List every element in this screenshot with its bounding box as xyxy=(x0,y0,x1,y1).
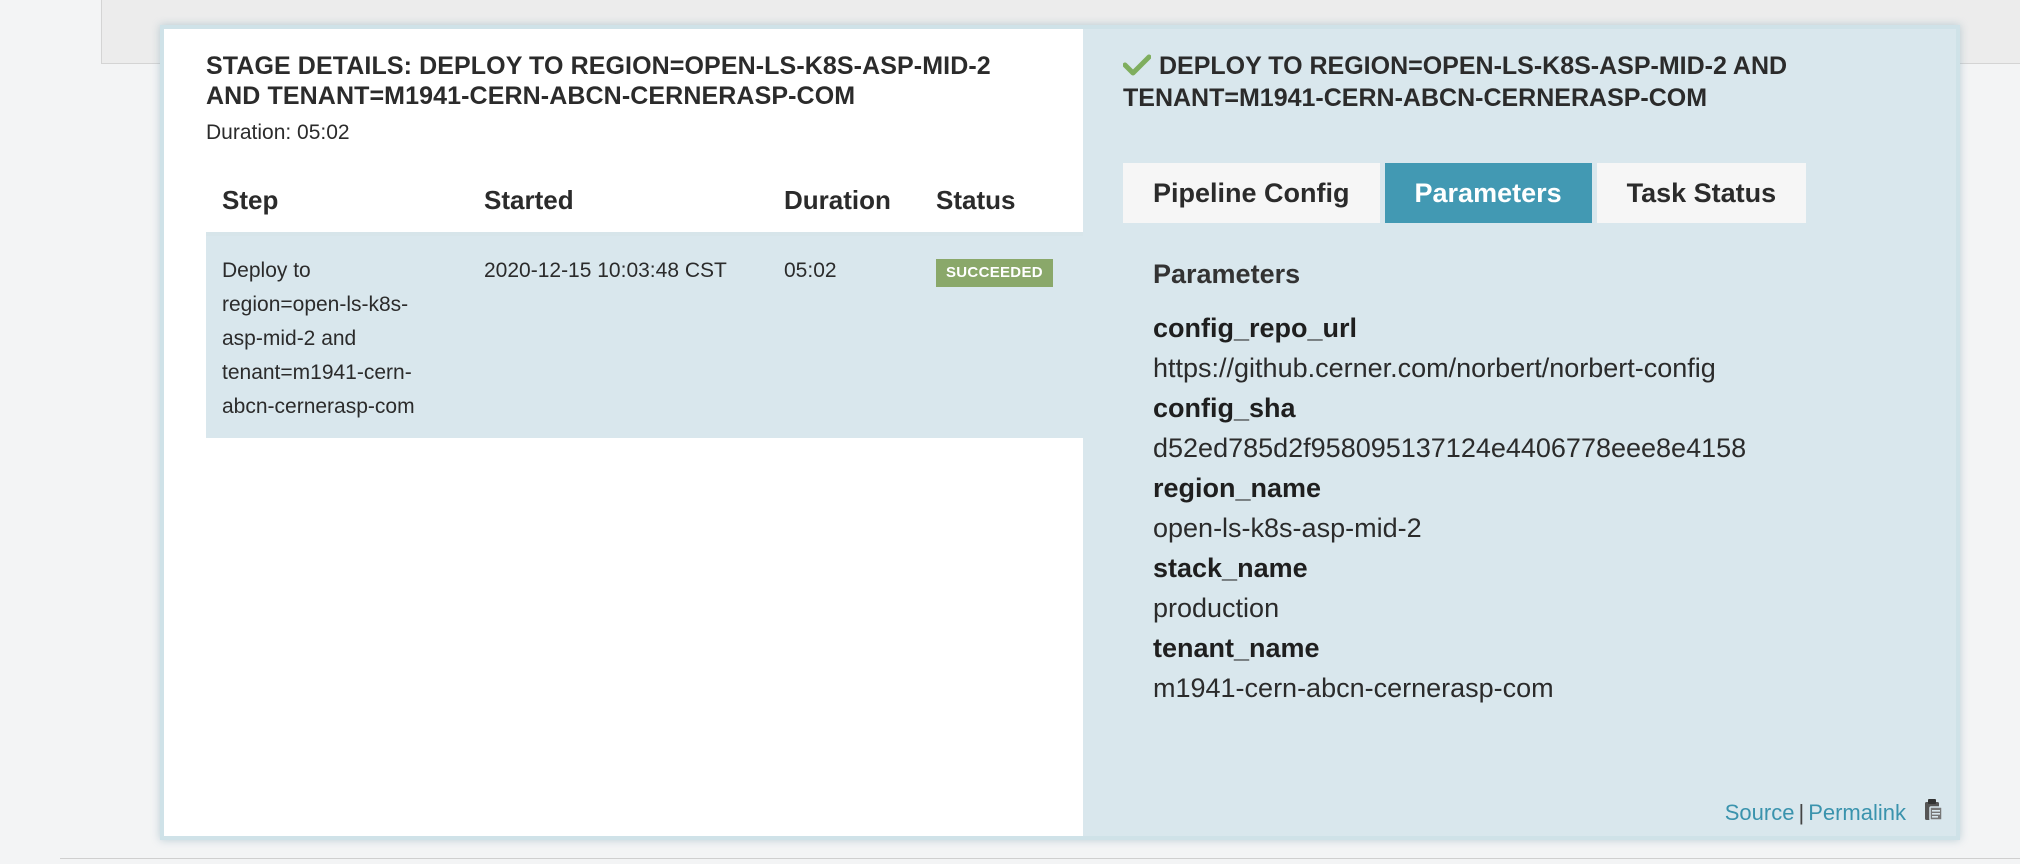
link-separator: | xyxy=(1798,800,1805,825)
param-value: production xyxy=(1153,593,1280,623)
step-name: Deploy to region=open-ls-k8s-asp-mid-2 a… xyxy=(222,259,415,418)
param-key: stack_name xyxy=(1153,553,1308,583)
table-row[interactable]: Deploy to region=open-ls-k8s-asp-mid-2 a… xyxy=(206,234,1083,438)
tab-pipeline-config[interactable]: Pipeline Config xyxy=(1123,163,1380,223)
stage-details-panel: STAGE DETAILS: DEPLOY TO REGION=OPEN-LS-… xyxy=(164,29,1083,836)
column-header-duration: Duration xyxy=(768,169,920,236)
param-value: m1941-cern-abcn-cernerasp-com xyxy=(1153,673,1554,703)
status-cell: SUCCEEDED xyxy=(920,234,1083,438)
tab-bar: Pipeline Config Parameters Task Status xyxy=(1123,163,1956,223)
param-value: https://github.cerner.com/norbert/norber… xyxy=(1153,353,1716,383)
param-key: config_sha xyxy=(1153,393,1296,423)
task-title: DEPLOY TO REGION=OPEN-LS-K8S-ASP-MID-2 A… xyxy=(1122,51,1823,113)
checkmark-icon xyxy=(1122,53,1152,83)
param-key: tenant_name xyxy=(1153,633,1320,663)
param-value: open-ls-k8s-asp-mid-2 xyxy=(1153,513,1422,543)
param-value: d52ed785d2f958095137124e4406778eee8e4158 xyxy=(1153,433,1747,463)
table-header-row: Step Started Duration Status xyxy=(206,169,1083,236)
column-header-started: Started xyxy=(468,169,768,236)
started-cell: 2020-12-15 10:03:48 CST xyxy=(468,234,768,438)
parameters-section: Parameters config_repo_url https://githu… xyxy=(1123,259,1956,708)
permalink-link[interactable]: Permalink xyxy=(1808,800,1906,826)
source-link[interactable]: Source xyxy=(1725,800,1795,826)
status-badge: SUCCEEDED xyxy=(936,259,1053,287)
tab-task-status[interactable]: Task Status xyxy=(1596,163,1807,223)
tab-parameters[interactable]: Parameters xyxy=(1384,163,1592,223)
parameters-heading: Parameters xyxy=(1153,259,1301,289)
column-header-step: Step xyxy=(206,169,468,236)
param-key: config_repo_url xyxy=(1153,313,1358,343)
param-key: region_name xyxy=(1153,473,1322,503)
steps-table: Step Started Duration Status Deploy to r… xyxy=(206,169,1083,438)
stage-details-modal: STAGE DETAILS: DEPLOY TO REGION=OPEN-LS-… xyxy=(160,25,1960,840)
task-title-text: DEPLOY TO REGION=OPEN-LS-K8S-ASP-MID-2 A… xyxy=(1123,52,1788,112)
step-cell: Deploy to region=open-ls-k8s-asp-mid-2 a… xyxy=(206,234,468,438)
stage-title: STAGE DETAILS: DEPLOY TO REGION=OPEN-LS-… xyxy=(206,52,991,110)
clipboard-icon[interactable] xyxy=(1922,798,1944,828)
stage-duration: Duration: 05:02 xyxy=(206,121,350,144)
divider xyxy=(60,858,2020,859)
task-detail-panel: DEPLOY TO REGION=OPEN-LS-K8S-ASP-MID-2 A… xyxy=(1083,29,1956,836)
duration-cell: 05:02 xyxy=(768,234,920,438)
column-header-status: Status xyxy=(920,169,1083,236)
footer-links: Source | Permalink xyxy=(1725,798,1944,828)
